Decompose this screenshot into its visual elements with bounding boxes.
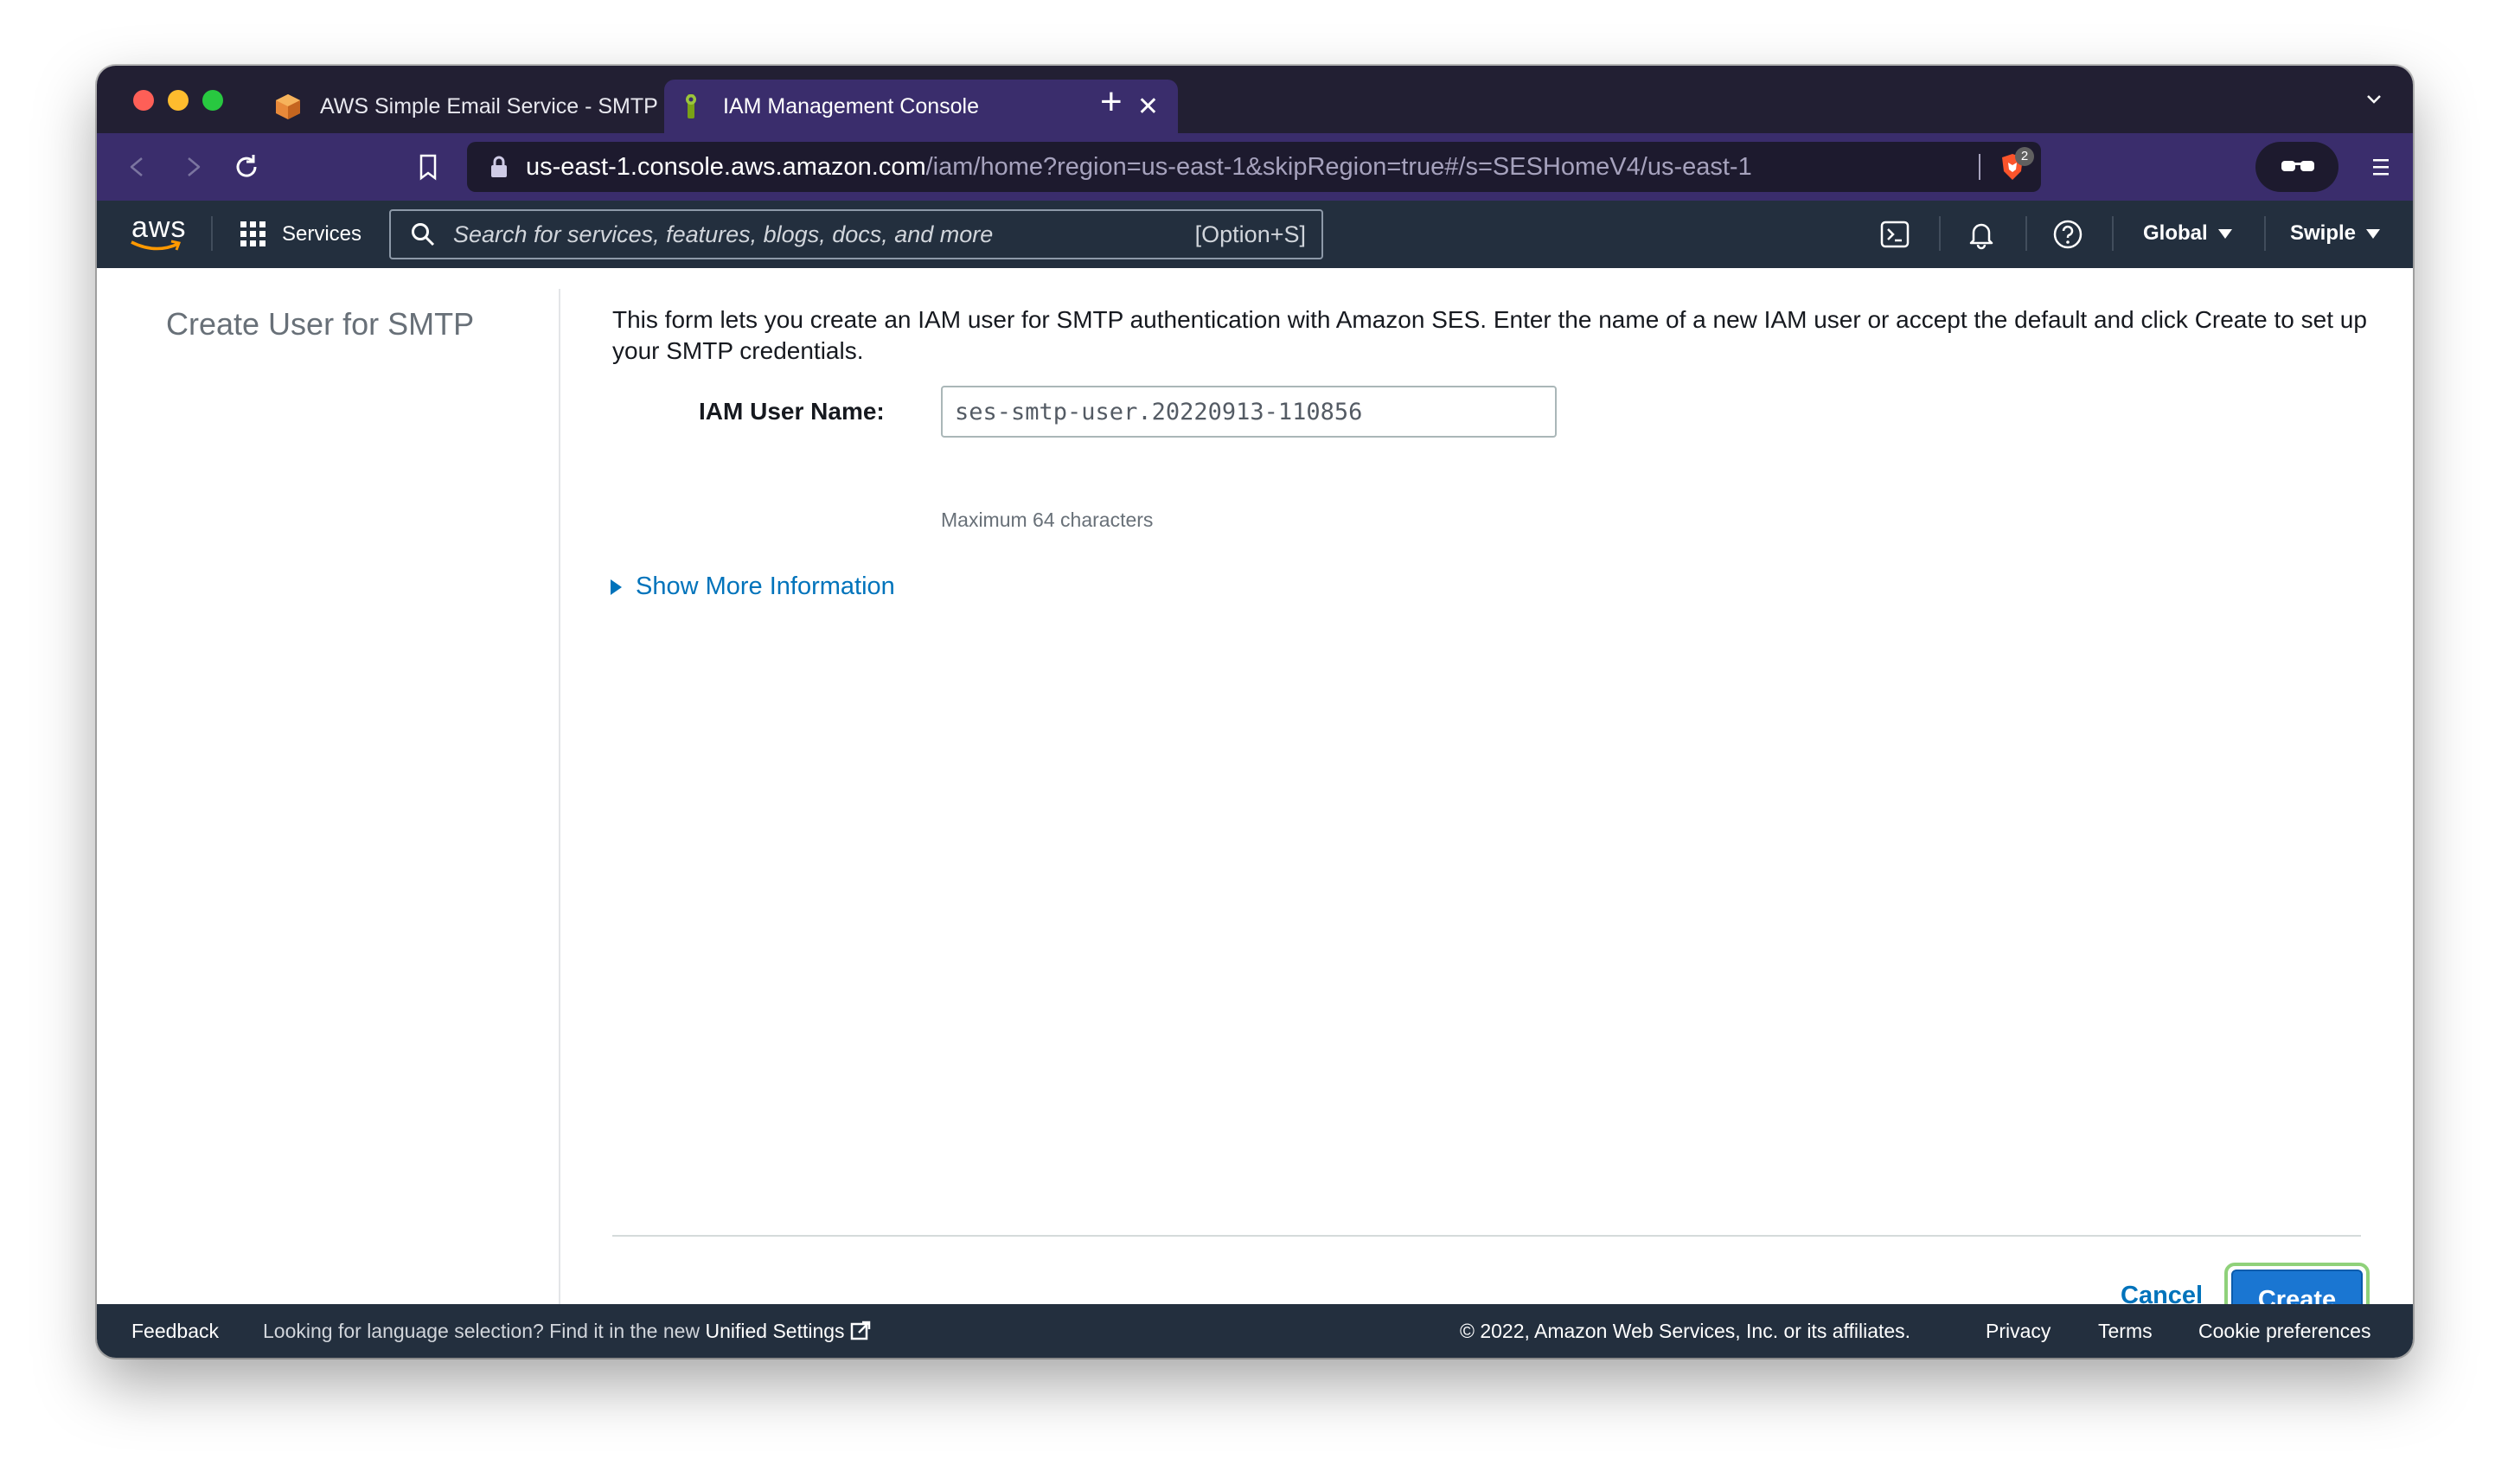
account-label: Swiple [2290,221,2357,245]
hamburger-menu-icon[interactable] [2366,152,2396,182]
content-divider [559,289,560,1304]
back-icon[interactable] [121,150,154,183]
glasses-icon [2281,161,2314,171]
close-tab-icon[interactable]: ✕ [1137,92,1159,122]
iam-user-name-label: IAM User Name: [699,398,885,425]
console-footer: Feedback Looking for language selection?… [97,1304,2413,1358]
forward-icon[interactable] [176,150,209,183]
cloudshell-icon[interactable] [1878,218,1911,251]
cookie-preferences-link[interactable]: Cookie preferences [2198,1320,2370,1343]
footer-divider [612,1235,2361,1237]
close-window-button[interactable] [133,90,154,111]
private-mode-button[interactable] [2255,142,2338,192]
reload-icon[interactable] [230,150,263,183]
iam-icon [686,94,696,118]
aws-logo[interactable]: aws [126,211,187,254]
account-menu[interactable]: Swiple [2290,221,2381,246]
language-note: Looking for language selection? Find it … [263,1320,871,1343]
caret-down-icon [2217,228,2232,239]
maximize-window-button[interactable] [202,90,223,111]
terms-link[interactable]: Terms [2098,1320,2153,1343]
services-label: Services [282,222,362,246]
caret-down-icon [2366,228,2381,239]
url-divider [1979,154,1980,180]
console-search-input[interactable]: Search for services, features, blogs, do… [389,209,1323,259]
grid-icon [240,221,266,246]
notifications-bell-icon[interactable] [1965,218,1998,251]
external-link-icon [850,1321,870,1340]
url-field[interactable]: us-east-1.console.aws.amazon.com/iam/hom… [467,142,2041,192]
page-title: Create User for SMTP [166,306,475,342]
aws-ses-cube-icon [276,94,300,119]
show-more-label: Show More Information [636,572,895,600]
bookmark-icon[interactable] [412,150,445,183]
nav-divider [1939,216,1941,251]
address-bar-row: us-east-1.console.aws.amazon.com/iam/hom… [97,133,2413,201]
search-placeholder: Search for services, features, blogs, do… [453,221,994,247]
nav-divider [2025,216,2027,251]
nav-divider [2112,216,2114,251]
nav-divider [211,216,213,251]
new-tab-button[interactable]: + [1100,83,1123,121]
iam-user-name-input[interactable] [941,386,1557,438]
aws-top-nav: aws Services Search for services, featur… [97,201,2413,268]
show-more-information-toggle[interactable]: Show More Information [611,572,895,601]
url-path: /iam/home?region=us-east-1&skipRegion=tr… [925,152,1752,181]
services-menu-button[interactable]: Services [240,216,361,253]
search-icon [412,223,435,246]
chevron-down-icon[interactable] [2361,86,2387,112]
privacy-link[interactable]: Privacy [1986,1320,2051,1343]
feedback-link[interactable]: Feedback [131,1320,219,1343]
browser-window: AWS Simple Email Service - SMTP s IAM Ma… [97,66,2413,1358]
field-constraint-hint: Maximum 64 characters [941,509,1154,531]
search-shortcut-hint: [Option+S] [1194,221,1306,247]
form-description: This form lets you create an IAM user fo… [612,306,2367,364]
copyright-text: © 2022, Amazon Web Services, Inc. or its… [1460,1320,1911,1342]
language-note-text: Looking for language selection? Find it … [263,1320,701,1342]
help-icon[interactable] [2051,218,2084,251]
region-selector[interactable]: Global [2143,221,2232,246]
minimize-window-button[interactable] [168,90,189,111]
nav-divider [2264,216,2266,251]
tab-bar: AWS Simple Email Service - SMTP s IAM Ma… [97,66,2413,133]
shield-count-badge: 2 [2015,147,2034,166]
tab-title: IAM Management Console [723,93,979,118]
region-label: Global [2143,221,2208,245]
aws-smile-icon [131,240,182,251]
caret-right-icon [611,579,622,595]
url-host: us-east-1.console.aws.amazon.com [526,152,926,181]
unified-settings-link[interactable]: Unified Settings [705,1320,844,1342]
main-content: Create User for SMTP This form lets you … [97,268,2413,1337]
lock-icon [491,156,507,177]
